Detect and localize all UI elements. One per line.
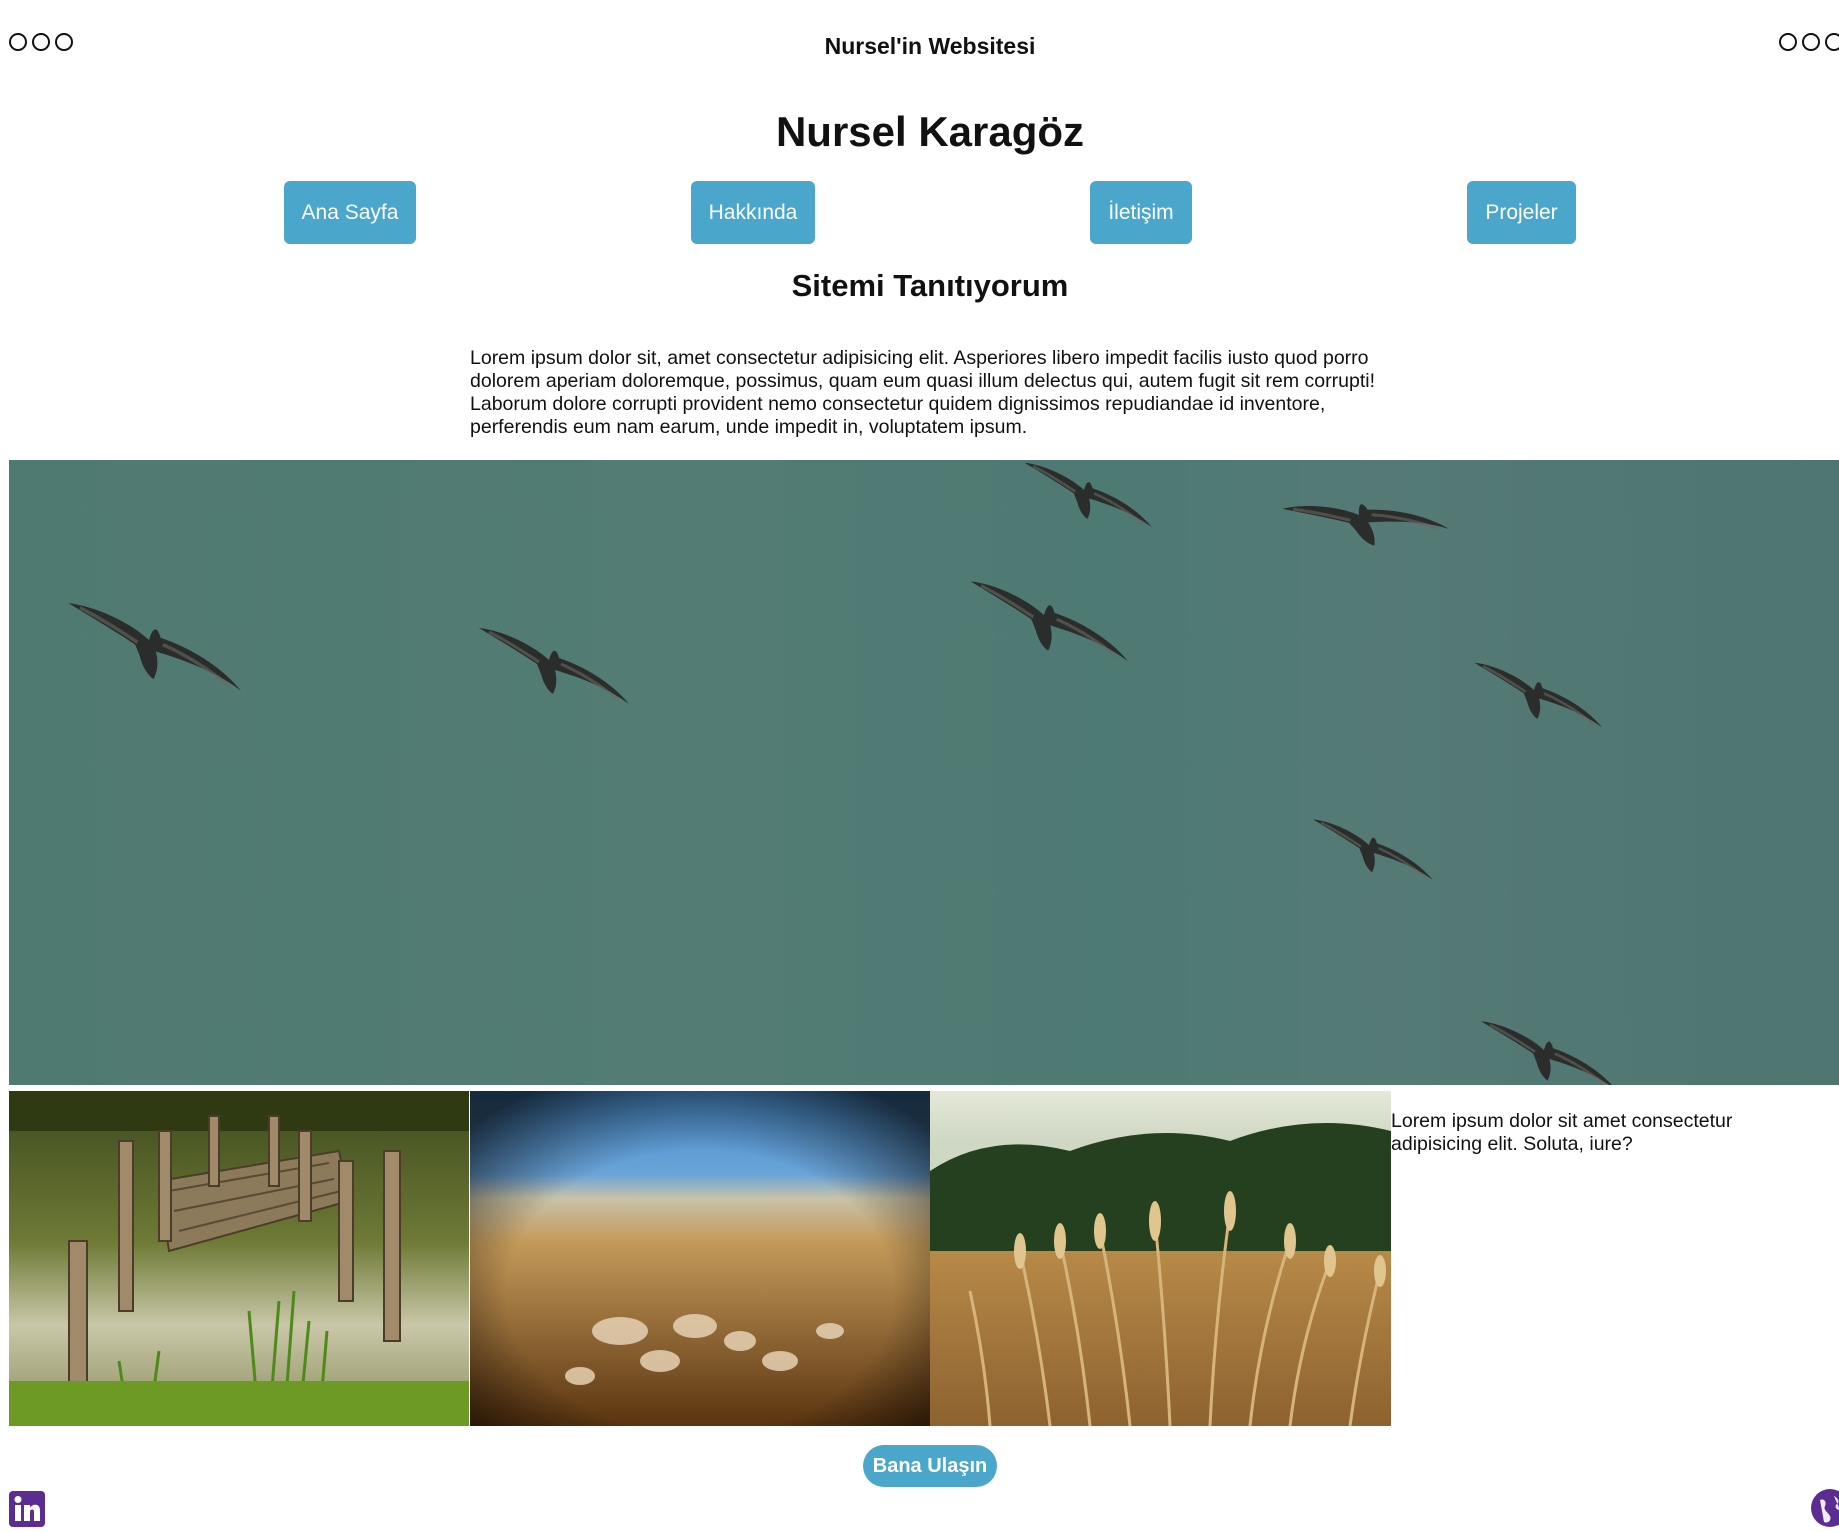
globe-icon[interactable] [1810, 1488, 1839, 1527]
bird-7 [1311, 818, 1435, 882]
nav-about-button[interactable]: Hakkında [691, 181, 815, 244]
nav-contact-button[interactable]: İletişim [1090, 181, 1192, 244]
bird-4 [1023, 461, 1154, 529]
bird-5 [1280, 460, 1451, 582]
bird-6 [1473, 661, 1604, 729]
contact-me-button[interactable]: Bana Ulaşın [863, 1445, 997, 1487]
nav-home-button[interactable]: Ana Sayfa [284, 181, 416, 244]
gallery-image-pier [9, 1091, 469, 1426]
gallery-image-beach [470, 1091, 930, 1426]
window-controls-right [1779, 33, 1839, 51]
site-title: Nursel'in Websitesi [824, 33, 1036, 59]
linkedin-icon[interactable] [9, 1491, 45, 1527]
page-title: Nursel Karagöz [775, 108, 1085, 155]
nav-projects-button[interactable]: Projeler [1467, 181, 1576, 244]
hero-image-birds [9, 460, 1839, 1085]
intro-paragraph: Lorem ipsum dolor sit, amet consectetur … [470, 347, 1375, 438]
gallery-side-text: Lorem ipsum dolor sit amet consectetur a… [1391, 1110, 1733, 1155]
bird-8 [1479, 1019, 1618, 1085]
bird-2 [477, 626, 631, 706]
birds-illustration [66, 460, 1618, 1085]
gallery-image-wheat [930, 1091, 1391, 1426]
circle-icon[interactable] [1825, 33, 1839, 51]
bird-1 [66, 601, 243, 693]
bird-3 [968, 579, 1130, 663]
circle-icon[interactable] [1779, 33, 1797, 51]
circle-icon[interactable] [1802, 33, 1820, 51]
section-title: Sitemi Tanıtıyorum [791, 268, 1069, 303]
